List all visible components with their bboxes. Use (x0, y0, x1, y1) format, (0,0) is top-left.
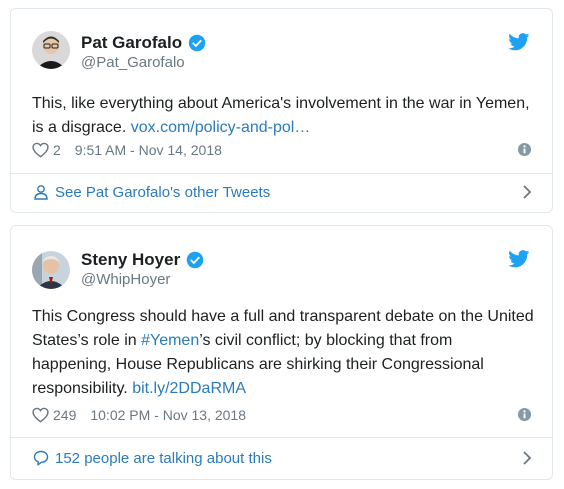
tweet-text: This, like everything about America's in… (32, 92, 534, 140)
twitter-bird-icon[interactable] (508, 250, 530, 268)
twitter-bird-icon[interactable] (508, 33, 530, 51)
avatar[interactable] (32, 251, 70, 289)
author-name[interactable]: Pat Garofalo (81, 33, 206, 53)
tweet-text: This Congress should have a full and tra… (32, 305, 534, 401)
see-other-tweets-label[interactable]: See Pat Garofalo's other Tweets (55, 184, 270, 201)
author-name-text[interactable]: Steny Hoyer (81, 250, 180, 270)
author-handle[interactable]: @Pat_Garofalo (81, 54, 185, 71)
timestamp[interactable]: 10:02 PM - Nov 13, 2018 (90, 407, 246, 423)
heart-icon[interactable] (32, 407, 49, 423)
tweet-link[interactable]: vox.com/policy-and-pol… (131, 119, 311, 136)
timestamp[interactable]: 9:51 AM - Nov 14, 2018 (75, 142, 222, 158)
info-icon[interactable] (517, 142, 532, 157)
conversation-label[interactable]: 152 people are talking about this (55, 450, 272, 467)
like-count[interactable]: 2 (53, 142, 61, 158)
tweet-link[interactable]: bit.ly/2DDaRMA (132, 380, 246, 397)
embedded-tweet-card: Pat Garofalo @Pat_Garofalo This, like ev… (10, 8, 553, 213)
avatar[interactable] (32, 31, 70, 69)
embedded-tweet-card: Steny Hoyer @WhipHoyer This Congress sho… (10, 225, 553, 480)
tweet-meta: 249 10:02 PM - Nov 13, 2018 (32, 405, 532, 425)
info-icon[interactable] (517, 407, 532, 422)
see-other-tweets-link[interactable]: See Pat Garofalo's other Tweets (33, 180, 532, 204)
author-handle[interactable]: @WhipHoyer (81, 271, 170, 288)
divider (11, 173, 552, 174)
person-icon (34, 185, 48, 200)
tweet-meta: 2 9:51 AM - Nov 14, 2018 (32, 140, 532, 160)
author-name[interactable]: Steny Hoyer (81, 250, 204, 270)
conversation-link[interactable]: 152 people are talking about this (33, 446, 532, 470)
like-count[interactable]: 249 (53, 407, 76, 423)
heart-icon[interactable] (32, 142, 49, 158)
verified-badge-icon (186, 251, 204, 269)
author-name-text[interactable]: Pat Garofalo (81, 33, 182, 53)
speech-bubble-icon (33, 450, 49, 466)
chevron-right-icon[interactable] (522, 451, 532, 465)
verified-badge-icon (188, 34, 206, 52)
hashtag-link[interactable]: #Yemen (141, 332, 199, 349)
chevron-right-icon[interactable] (522, 185, 532, 199)
divider (11, 437, 552, 438)
